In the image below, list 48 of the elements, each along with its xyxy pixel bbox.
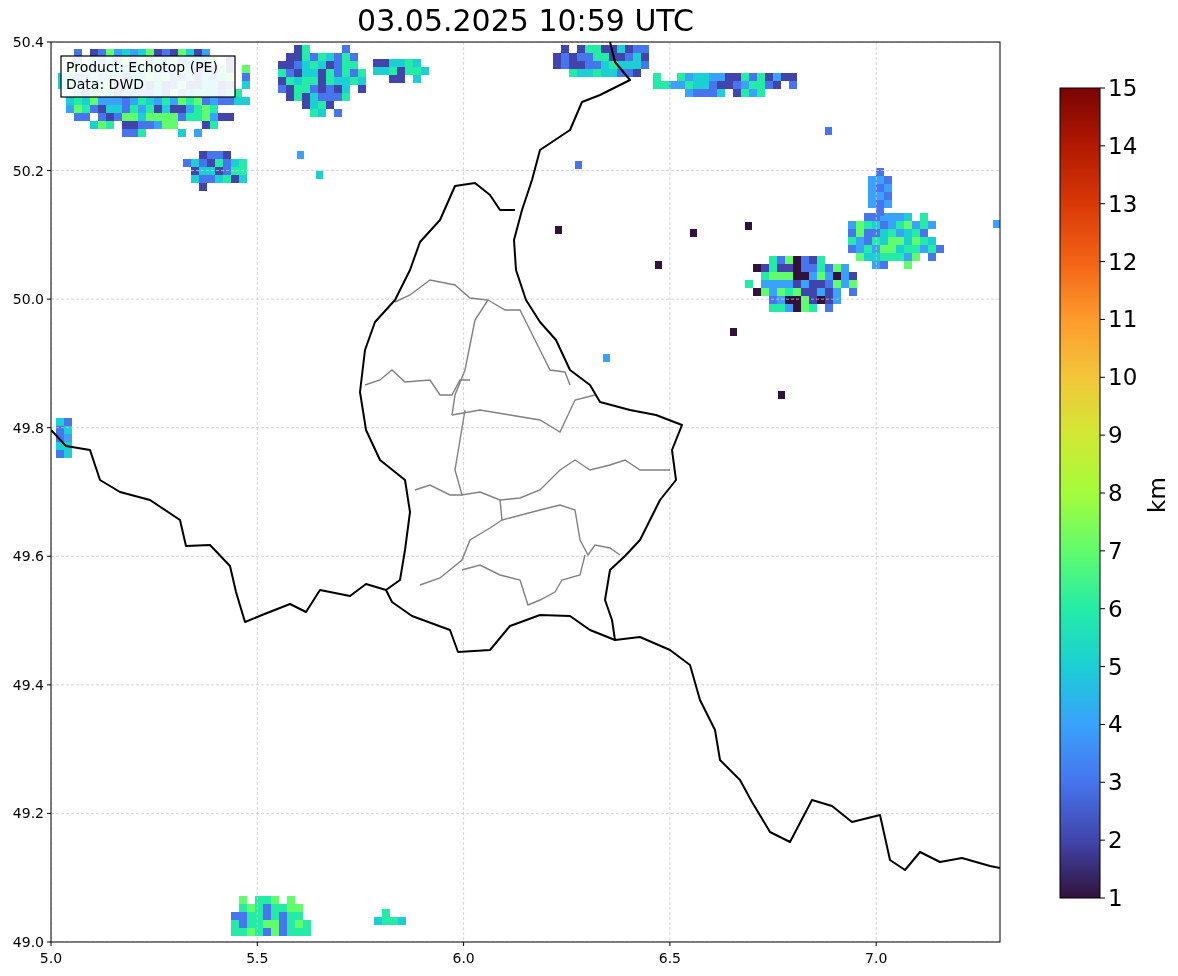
radar-echo-pixel bbox=[778, 391, 785, 399]
info-text: Data: DWD bbox=[66, 76, 144, 92]
chart-title: 03.05.2025 10:59 UTC bbox=[357, 6, 694, 36]
radar-echo-pixel bbox=[316, 171, 323, 179]
radar-echo-pixel bbox=[690, 229, 697, 237]
radar-echo-drawing bbox=[373, 59, 429, 83]
radar-echo-pixel bbox=[993, 220, 1000, 228]
radar-echo-drawing bbox=[56, 418, 72, 458]
x-axis-tick-label: 6.5 bbox=[658, 950, 682, 966]
x-axis-tick-label: 5.0 bbox=[39, 950, 63, 966]
radar-echo-pixel bbox=[575, 161, 582, 169]
colorbar-tick-label: 3 bbox=[1108, 769, 1123, 796]
y-axis-tick-label: 49.8 bbox=[12, 419, 44, 436]
x-axis-tick-label: 6.0 bbox=[452, 950, 475, 966]
y-axis-tick-label: 50.0 bbox=[12, 291, 44, 308]
colorbar-tick-label: 9 bbox=[1108, 422, 1123, 449]
y-axis-tick-label: 49.4 bbox=[12, 676, 44, 693]
colorbar-label: km bbox=[1144, 477, 1170, 513]
radar-echo-pixel bbox=[745, 222, 752, 230]
colorbar-tick-label: 4 bbox=[1108, 711, 1123, 738]
radar-echo-drawing bbox=[183, 151, 247, 191]
y-axis-tick-label: 49.6 bbox=[12, 548, 44, 565]
colorbar-tick-label: 2 bbox=[1108, 827, 1123, 854]
y-axis-tick-label: 49.2 bbox=[12, 805, 44, 822]
radar-echo-pixel bbox=[555, 226, 562, 234]
y-axis-tick-label: 50.2 bbox=[12, 162, 44, 179]
radar-echo-pixel bbox=[603, 354, 610, 362]
radar-echo-pixel bbox=[297, 151, 304, 159]
colorbar-tick-label: 11 bbox=[1108, 306, 1138, 333]
colorbar-tick-label: 15 bbox=[1108, 75, 1138, 101]
y-axis-tick-label: 50.4 bbox=[12, 34, 44, 50]
radar-echo-pixel bbox=[825, 127, 832, 135]
colorbar-tick-label: 8 bbox=[1108, 480, 1123, 506]
colorbar-tick-label: 7 bbox=[1108, 537, 1123, 564]
radar-echo-pixel bbox=[730, 328, 737, 336]
info-text: Product: Echotop (PE) bbox=[66, 59, 218, 75]
x-axis-tick-label: 7.0 bbox=[865, 950, 888, 966]
x-axis-tick-label: 5.5 bbox=[246, 950, 269, 966]
colorbar-tick-label: 14 bbox=[1108, 132, 1138, 159]
colorbar-tick-label: 1 bbox=[1108, 885, 1123, 911]
colorbar-tick-label: 10 bbox=[1108, 364, 1138, 391]
colorbar-tick-label: 5 bbox=[1108, 653, 1123, 680]
colorbar-tick-label: 6 bbox=[1108, 595, 1123, 622]
colorbar-tick-label: 12 bbox=[1108, 248, 1138, 275]
y-axis-tick-label: 49.0 bbox=[12, 934, 44, 950]
colorbar-tick-label: 13 bbox=[1108, 190, 1138, 217]
radar-echo-drawing bbox=[374, 909, 406, 925]
radar-echo-pixel bbox=[655, 261, 662, 269]
